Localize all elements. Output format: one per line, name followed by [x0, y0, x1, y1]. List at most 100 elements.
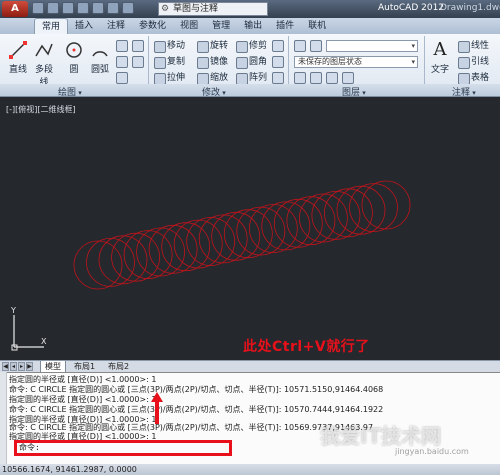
instruction-annotation: 此处Ctrl+V就行了 [243, 339, 370, 355]
drawn-circle[interactable] [198, 214, 248, 264]
tab-home[interactable]: 常用 [34, 18, 69, 34]
arc-icon [92, 51, 108, 57]
scale-tool[interactable]: 缩放 [197, 72, 228, 85]
drawn-circle[interactable] [186, 217, 236, 266]
drawn-circle[interactable] [349, 183, 398, 232]
ellipse-icon[interactable] [116, 72, 128, 84]
drawn-circle[interactable] [361, 180, 411, 230]
circle-chain [73, 180, 411, 290]
layer-off-icon[interactable] [326, 72, 338, 84]
drawn-circle[interactable] [111, 232, 161, 282]
title-bar: A 草图与注释 AutoCAD 2012 Drawing1.dwg [0, 0, 500, 18]
drawn-circle[interactable] [336, 185, 386, 235]
hatch-icon[interactable] [116, 56, 128, 68]
redo-icon[interactable] [122, 2, 134, 14]
copy-tool[interactable]: 复制 [154, 56, 185, 69]
draw-more-icon[interactable] [132, 40, 144, 52]
drawn-circle[interactable] [173, 219, 223, 269]
drawn-circle[interactable] [161, 222, 211, 272]
ucs-y-label: Y [10, 306, 16, 315]
undo-icon[interactable] [107, 2, 119, 14]
drawn-circle[interactable] [323, 188, 373, 238]
polyline-icon [35, 43, 53, 57]
layer-match-icon[interactable] [342, 72, 354, 84]
drawn-circle[interactable] [73, 240, 123, 290]
drawn-circle[interactable] [223, 209, 273, 259]
polyline-tool[interactable]: 多段线 [32, 40, 56, 88]
document-title: Drawing1.dwg [440, 3, 500, 13]
layer-bulb-icon[interactable] [310, 40, 322, 52]
tab-annotate[interactable]: 注释 [100, 18, 132, 34]
last-layout-icon[interactable]: ▶ [26, 362, 33, 371]
layer-freeze-icon[interactable] [294, 72, 306, 84]
tab-output[interactable]: 输出 [237, 18, 269, 34]
quick-access-toolbar [32, 2, 134, 14]
tab-view[interactable]: 视图 [173, 18, 205, 34]
save-as-icon[interactable] [77, 2, 89, 14]
layer-lock-icon[interactable] [310, 72, 322, 84]
fillet-tool[interactable]: 圆角 [236, 56, 267, 69]
erase-icon[interactable] [272, 40, 284, 52]
explode-icon[interactable] [272, 56, 284, 68]
tab-plugins[interactable]: 插件 [269, 18, 301, 34]
application-menu-button[interactable]: A [2, 1, 28, 17]
layout-tabs: ◀ ◂ ▸ ▶ 模型 布局1 布局2 [0, 360, 500, 373]
save-icon[interactable] [62, 2, 74, 14]
prev-layout-icon[interactable]: ◂ [10, 362, 17, 371]
workspace-selector[interactable]: 草图与注释 [158, 2, 268, 16]
circle-tool[interactable]: 圆 [62, 40, 86, 75]
drawn-circle[interactable] [236, 206, 286, 256]
stretch-tool[interactable]: 拉伸 [154, 72, 185, 85]
print-icon[interactable] [92, 2, 104, 14]
trim-tool[interactable]: 修剪 [236, 40, 267, 53]
first-layout-icon[interactable]: ◀ [2, 362, 9, 371]
ucs-icon: Y X [10, 306, 47, 351]
drawn-circle[interactable] [98, 235, 148, 285]
linear-dimension-tool[interactable]: 线性 [458, 40, 489, 53]
layer-state-dropdown[interactable]: 未保存的图层状态 [294, 56, 418, 68]
layer-dropdown[interactable] [326, 40, 418, 52]
annotation-arrow [151, 392, 163, 424]
drawn-circle[interactable] [123, 230, 173, 280]
ribbon-tabs: 常用 插入 注释 参数化 视图 管理 输出 插件 联机 [0, 18, 500, 34]
text-tool[interactable]: A 文字 [430, 40, 450, 76]
rotate-tool[interactable]: 旋转 [197, 40, 228, 53]
table-tool[interactable]: 表格 [458, 72, 489, 85]
ribbon-panel-titles: 绘图 修改 图层 注释 [0, 84, 500, 98]
next-layout-icon[interactable]: ▸ [18, 362, 25, 371]
tab-online[interactable]: 联机 [301, 18, 333, 34]
multileader-tool[interactable]: 引线 [458, 56, 489, 69]
arc-tool-label: 圆弧 [90, 65, 109, 75]
drawn-circle[interactable] [86, 237, 135, 287]
rectangle-icon[interactable] [116, 40, 128, 52]
command-scrollbar[interactable] [0, 372, 7, 464]
circle-icon [66, 42, 82, 58]
line-tool[interactable]: 直线 [6, 40, 30, 75]
arc-tool[interactable]: 圆弧 [88, 40, 112, 75]
circle-tool-label: 圆 [69, 65, 79, 75]
move-tool[interactable]: 移动 [154, 40, 185, 53]
open-file-icon[interactable] [47, 2, 59, 14]
array-tool[interactable]: 阵列 [236, 72, 267, 85]
drawing-canvas[interactable]: [-][俯视][二维线框] Y X [0, 97, 500, 360]
command-input[interactable]: 命令: [14, 440, 232, 456]
drawn-circle[interactable] [148, 224, 198, 274]
tab-parametric[interactable]: 参数化 [132, 18, 173, 34]
drawn-circle[interactable] [211, 211, 261, 261]
layer-properties-icon[interactable] [294, 40, 306, 52]
region-icon[interactable] [132, 56, 144, 68]
ucs-x-label: X [41, 337, 47, 346]
coordinate-readout: 10566.1674, 91461.2987, 0.0000 [2, 465, 137, 474]
drawn-circle[interactable] [261, 201, 311, 251]
app-title: AutoCAD 2012 [378, 3, 445, 13]
mirror-tool[interactable]: 镜像 [197, 56, 228, 69]
drawn-circle[interactable] [286, 196, 336, 246]
offset-icon[interactable] [272, 72, 284, 84]
drawn-circle[interactable] [298, 193, 348, 243]
tab-insert[interactable]: 插入 [68, 18, 100, 34]
drawn-circle[interactable] [311, 191, 361, 240]
new-file-icon[interactable] [32, 2, 44, 14]
layout-nav: ◀ ◂ ▸ ▶ [2, 362, 33, 371]
drawn-circle[interactable] [248, 204, 298, 253]
tab-manage[interactable]: 管理 [205, 18, 237, 34]
